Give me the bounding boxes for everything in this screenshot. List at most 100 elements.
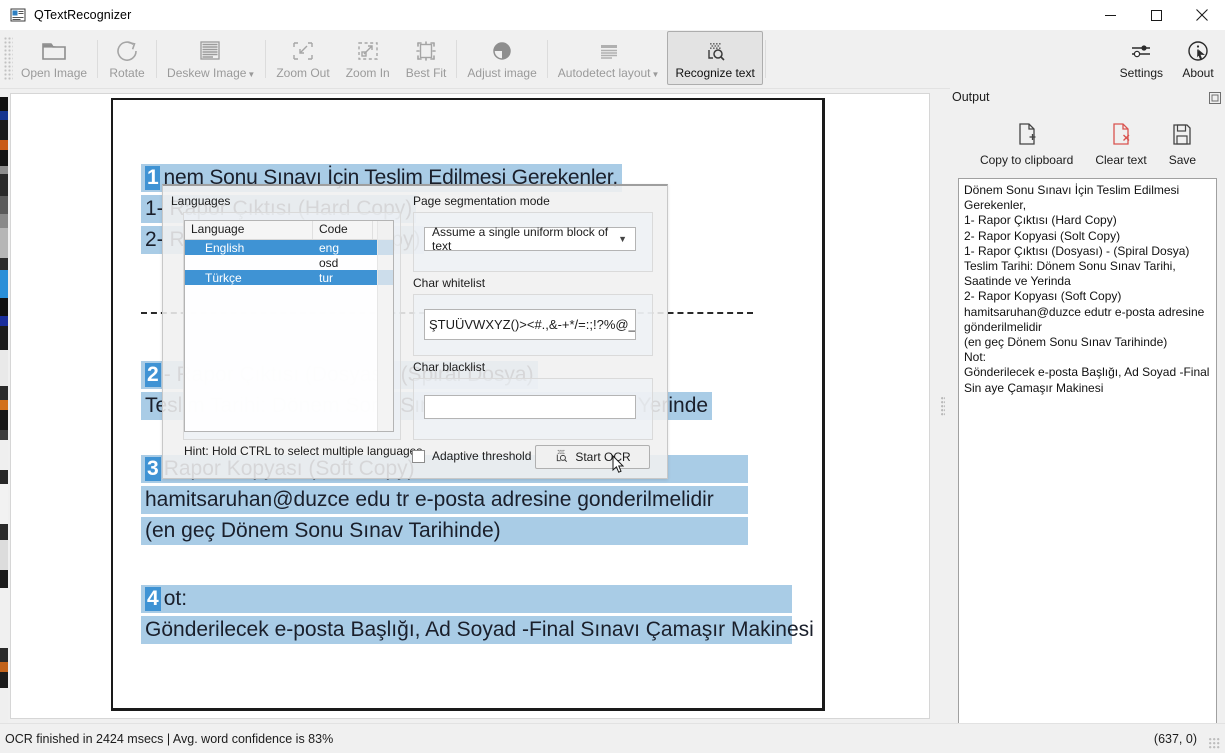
resize-grip[interactable] bbox=[1209, 738, 1221, 750]
maximize-button[interactable] bbox=[1133, 0, 1179, 31]
splitter-handle[interactable] bbox=[941, 397, 945, 417]
window-controls bbox=[1087, 0, 1225, 31]
toolbar-label: Recognize text bbox=[675, 66, 755, 80]
file-plus-icon bbox=[1015, 120, 1039, 150]
toolbar-label: Settings bbox=[1119, 66, 1163, 80]
toolbar-button-adjust-image[interactable]: Adjust image bbox=[459, 31, 544, 85]
toolbar-label: Best Fit bbox=[405, 66, 447, 80]
thumb-seg bbox=[0, 258, 8, 270]
doc-text: Gönderilecek e-posta Başlığı, Ad Soyad -… bbox=[145, 618, 814, 641]
thumb-seg bbox=[0, 166, 8, 174]
thumb-seg bbox=[0, 672, 8, 688]
toolbar-button-zoom-out[interactable]: Zoom Out bbox=[268, 31, 337, 85]
copy-to-clipboard-button[interactable]: Copy to clipboard bbox=[980, 120, 1073, 167]
char-blacklist-input[interactable] bbox=[424, 395, 636, 419]
doc-text: hamitsaruhan@duzce edu tr e-posta adresi… bbox=[145, 488, 714, 511]
language-name: Türkçe bbox=[205, 270, 242, 285]
toolbar-button-best-fit[interactable]: Best Fit bbox=[398, 31, 455, 85]
languages-group-label: Languages bbox=[171, 194, 231, 208]
doc-block-3-line-2: hamitsaruhan@duzce edu tr e-posta adresi… bbox=[141, 486, 748, 514]
file-x-icon bbox=[1109, 120, 1133, 150]
adaptive-threshold-label: Adaptive threshold bbox=[432, 449, 532, 463]
floppy-icon bbox=[1170, 120, 1194, 150]
layout-icon bbox=[595, 36, 623, 65]
chevron-down-icon[interactable]: ▼ bbox=[652, 70, 660, 79]
toolbar-label: Autodetect layout▼ bbox=[558, 65, 660, 81]
toolbar-button-autodetect-layout[interactable]: Autodetect layout▼ bbox=[550, 31, 668, 85]
app-icon bbox=[10, 7, 26, 23]
language-table-scrollbar[interactable] bbox=[377, 221, 393, 431]
toolbar-button-rotate[interactable]: Rotate bbox=[100, 31, 154, 85]
page-thumbnail-strip[interactable] bbox=[0, 89, 8, 723]
thumb-seg bbox=[0, 140, 8, 150]
column-header-code: Code bbox=[313, 221, 373, 239]
toolbar-button-about[interactable]: About bbox=[1171, 31, 1225, 85]
thumb-seg bbox=[0, 410, 8, 430]
image-viewer[interactable]: 1 nem Sonu Sınavı İçin Teslim Edilmesi Ge… bbox=[0, 89, 936, 723]
toolbar-button-zoom-in[interactable]: Zoom In bbox=[338, 31, 398, 85]
toolbar-button-settings[interactable]: Settings bbox=[1112, 31, 1171, 85]
save-button[interactable]: Save bbox=[1169, 120, 1196, 167]
thumb-seg bbox=[0, 298, 8, 316]
thumb-seg bbox=[0, 524, 8, 540]
toolbar-grip[interactable] bbox=[4, 37, 13, 81]
toolbar-button-recognize-text[interactable]: Recognize text bbox=[667, 31, 763, 85]
toolbar-label-text: Autodetect layout bbox=[557, 66, 651, 80]
main-toolbar: Open Image Rotate Deskew Image▼ Zoom Out… bbox=[0, 31, 1225, 89]
deskew-icon bbox=[197, 36, 225, 65]
toolbar-label: Adjust image bbox=[467, 66, 537, 80]
thumb-seg bbox=[0, 688, 8, 723]
undock-icon[interactable] bbox=[1209, 92, 1221, 104]
language-code: eng bbox=[319, 240, 340, 255]
toolbar-label: Zoom Out bbox=[276, 66, 330, 80]
toolbar-label: Deskew Image▼ bbox=[167, 65, 255, 81]
thumb-seg bbox=[0, 588, 8, 648]
window-title: QTextRecognizer bbox=[34, 8, 132, 22]
chevron-down-icon[interactable]: ▼ bbox=[247, 70, 255, 79]
thumb-seg bbox=[0, 228, 8, 258]
page-segmentation-mode-select[interactable]: Assume a single uniform block of text ▼ bbox=[424, 225, 636, 253]
language-hint-text: Hint: Hold CTRL to select multiple langu… bbox=[184, 444, 423, 458]
toolbar-separator bbox=[456, 40, 458, 78]
language-name: English bbox=[205, 240, 245, 255]
close-button[interactable] bbox=[1179, 0, 1225, 31]
ocr-output-textarea[interactable]: Dönem Sonu Sınavı İçin Teslim Edilmesi G… bbox=[958, 178, 1217, 753]
toolbar-separator bbox=[764, 40, 766, 78]
adaptive-threshold-row[interactable]: Adaptive threshold bbox=[412, 449, 531, 463]
thumb-seg bbox=[0, 326, 8, 350]
status-bar: OCR finished in 2424 msecs | Avg. word c… bbox=[0, 723, 1225, 753]
char-whitelist-input[interactable]: ŞTUÜVWXYZ()><#.,&-+*/=:;!?%@_{[]}\" bbox=[424, 309, 636, 340]
thumb-seg bbox=[0, 196, 8, 214]
toolbar-label: About bbox=[1182, 66, 1214, 80]
doc-text: ot: bbox=[163, 587, 188, 610]
output-actions: Copy to clipboard Clear text Save bbox=[958, 120, 1218, 167]
thumb-seg bbox=[0, 662, 8, 672]
clear-text-button[interactable]: Clear text bbox=[1095, 120, 1147, 167]
start-ocr-button[interactable]: Start OCR bbox=[535, 445, 650, 469]
language-code: osd bbox=[319, 255, 339, 270]
toolbar-label: Zoom In bbox=[345, 66, 390, 80]
doc-block-4-line-1: 4 ot: bbox=[141, 585, 792, 613]
language-row-tur[interactable]: Türkçe tur bbox=[185, 270, 393, 285]
toolbar-button-open-image[interactable]: Open Image bbox=[13, 31, 95, 85]
toolbar-button-deskew-image[interactable]: Deskew Image▼ bbox=[159, 31, 263, 85]
doc-block-4-line-2: Gönderilecek e-posta Başlığı, Ad Soyad -… bbox=[141, 616, 814, 644]
language-row-osd[interactable]: osd bbox=[185, 255, 393, 270]
sliders-icon bbox=[1128, 36, 1154, 65]
thumb-seg-current[interactable] bbox=[0, 270, 8, 298]
toolbar-separator bbox=[265, 40, 267, 78]
action-label: Save bbox=[1168, 153, 1197, 167]
language-code: tur bbox=[319, 270, 334, 285]
minimize-button[interactable] bbox=[1087, 0, 1133, 31]
toolbar-separator bbox=[97, 40, 99, 78]
thumb-seg bbox=[0, 470, 8, 484]
thumb-seg bbox=[0, 386, 8, 400]
status-message: OCR finished in 2424 msecs | Avg. word c… bbox=[5, 731, 334, 746]
language-table[interactable]: Language Code English eng osd Türkçe tur bbox=[184, 220, 394, 432]
block-number-badge: 1 bbox=[145, 166, 161, 190]
language-row-eng[interactable]: English eng bbox=[185, 240, 393, 255]
adaptive-threshold-checkbox[interactable] bbox=[412, 449, 425, 463]
thumb-seg bbox=[0, 120, 8, 140]
psm-selected-value: Assume a single uniform block of text bbox=[432, 225, 609, 253]
rotate-icon bbox=[114, 36, 140, 65]
